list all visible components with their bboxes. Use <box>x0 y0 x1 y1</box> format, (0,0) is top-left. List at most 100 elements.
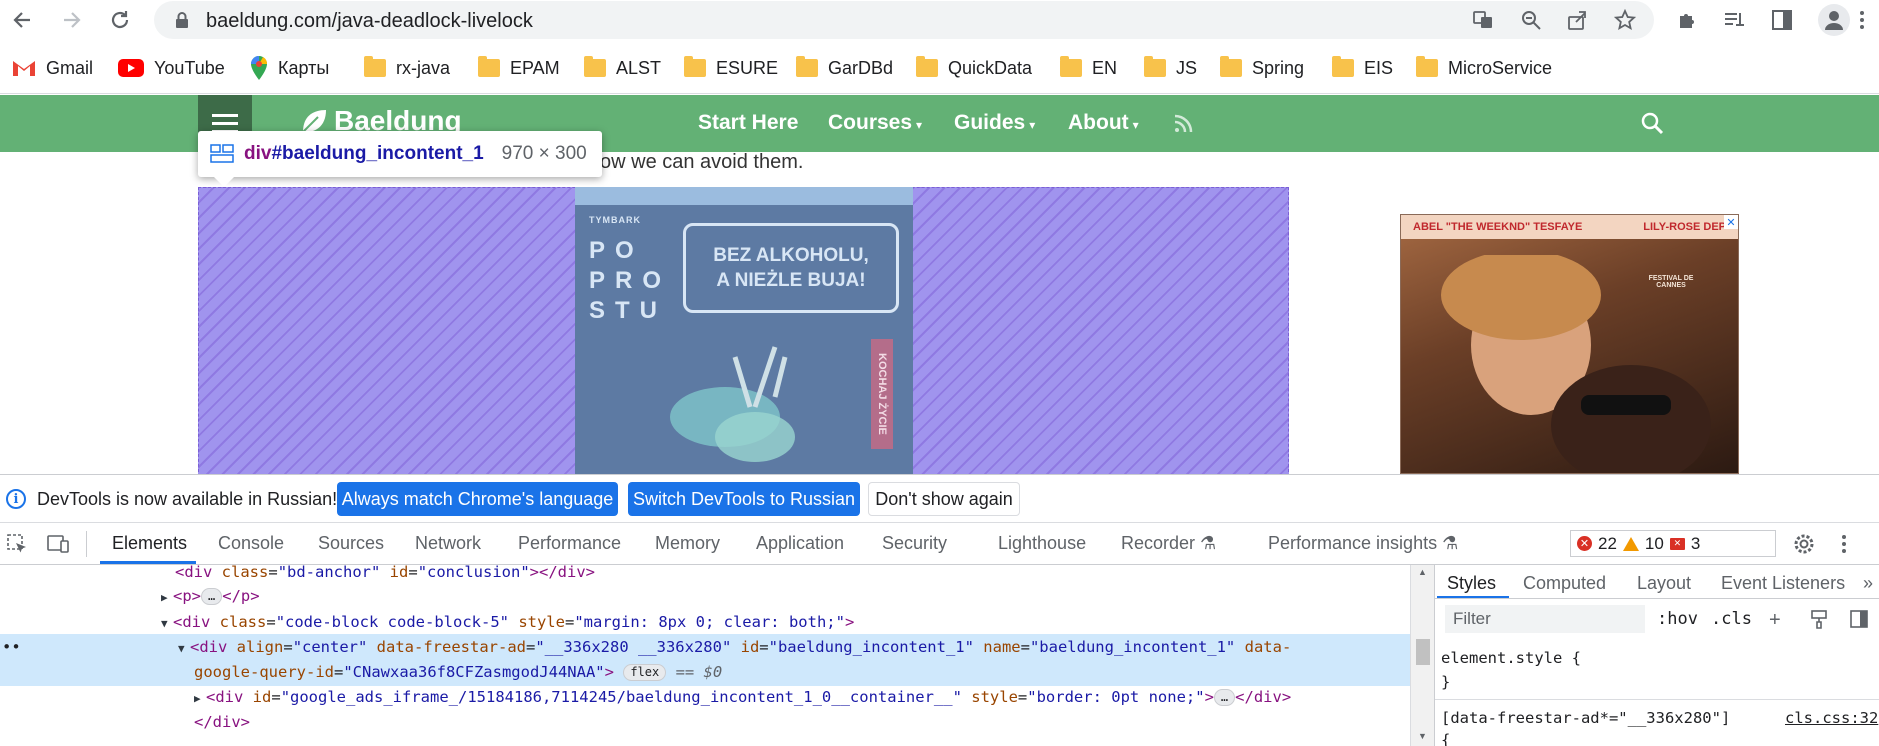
dont-show-again-button[interactable]: Don't show again <box>868 482 1020 516</box>
scroll-down-icon[interactable]: ▼ <box>1418 731 1427 741</box>
bookmark-folder[interactable]: rx-java <box>364 54 450 82</box>
bookmark-folder[interactable]: JS <box>1144 54 1197 82</box>
bookmark-folder[interactable]: EIS <box>1332 54 1393 82</box>
error-icon: ✕ <box>1577 536 1592 551</box>
bookmark-youtube[interactable]: YouTube <box>118 54 225 82</box>
tab-elements[interactable]: Elements <box>112 533 187 554</box>
profile-icon[interactable] <box>1818 4 1850 36</box>
css-source-link[interactable]: cls.css:32 <box>1785 709 1878 727</box>
translate-icon[interactable] <box>1472 9 1494 31</box>
bookmark-maps[interactable]: Карты <box>250 54 329 82</box>
tab-network[interactable]: Network <box>415 533 481 554</box>
collapsed-ellipsis[interactable]: … <box>1213 689 1236 706</box>
flex-badge[interactable]: flex <box>623 664 667 681</box>
element-style-selector[interactable]: element.style { <box>1441 649 1581 667</box>
tab-lighthouse[interactable]: Lighthouse <box>998 533 1086 554</box>
dom-node[interactable]: ▶ <p>… </p> <box>0 586 1410 608</box>
share-icon[interactable] <box>1566 9 1588 31</box>
star-icon[interactable] <box>1614 9 1636 31</box>
cls-toggle[interactable]: .cls <box>1711 609 1752 629</box>
bookmark-gmail[interactable]: Gmail <box>12 54 93 82</box>
nav-start-here[interactable]: Start Here <box>698 111 798 135</box>
forward-icon[interactable] <box>56 4 88 36</box>
dom-tag: > <box>604 663 614 681</box>
ad-speech-bubble: BEZ ALKOHOLU, A NIEŻLE BUJA! <box>683 223 899 313</box>
rss-icon[interactable] <box>1172 111 1196 135</box>
tab-performance-insights[interactable]: Performance insights ⚗ <box>1268 533 1458 554</box>
extensions-icon[interactable] <box>1676 8 1700 32</box>
dom-scrollbar[interactable]: ▲ ▼ <box>1410 565 1434 746</box>
css-rule-selector[interactable]: [data-freestar-ad*="__336x280"] <box>1441 709 1730 727</box>
zoom-icon[interactable] <box>1520 9 1542 31</box>
bookmark-folder[interactable]: ESURE <box>684 54 778 82</box>
tab-memory[interactable]: Memory <box>655 533 720 554</box>
nav-label: Guides <box>954 111 1026 134</box>
tab-application[interactable]: Application <box>756 533 844 554</box>
bookmark-folder[interactable]: GarDBd <box>796 54 893 82</box>
scroll-thumb[interactable] <box>1416 639 1430 665</box>
sidebar-toggle-icon[interactable] <box>1849 609 1869 629</box>
tab-console[interactable]: Console <box>218 533 284 554</box>
side-panel-icon[interactable] <box>1770 8 1794 32</box>
bookmark-folder[interactable]: Spring <box>1220 54 1304 82</box>
bookmark-folder[interactable]: EPAM <box>478 54 560 82</box>
settings-gear-icon[interactable] <box>1792 532 1816 556</box>
switch-to-russian-button[interactable]: Switch DevTools to Russian <box>628 482 860 516</box>
lock-icon[interactable] <box>174 11 190 29</box>
tab-layout[interactable]: Layout <box>1637 573 1691 594</box>
device-toolbar-icon[interactable] <box>46 533 70 555</box>
bookmark-folder[interactable]: EN <box>1060 54 1117 82</box>
dom-node[interactable]: <div class="bd-anchor" id="conclusion"><… <box>0 565 1410 583</box>
tab-sources[interactable]: Sources <box>318 533 384 554</box>
dom-node[interactable]: </div> <box>0 712 1410 733</box>
back-icon[interactable] <box>6 4 38 36</box>
inspect-element-icon[interactable] <box>6 533 28 555</box>
search-icon[interactable] <box>1640 111 1664 135</box>
more-options-icon[interactable] <box>1838 532 1850 556</box>
bookmark-label: EN <box>1092 57 1118 78</box>
hov-toggle[interactable]: :hov <box>1657 609 1698 629</box>
folder-icon <box>1060 56 1082 77</box>
tab-styles[interactable]: Styles <box>1447 573 1496 594</box>
collapse-triangle-icon[interactable]: ▼ <box>178 638 190 659</box>
reading-list-icon[interactable] <box>1722 8 1746 32</box>
more-icon[interactable] <box>1854 8 1870 32</box>
dom-node[interactable]: •• ▼ <div align="center" data-freestar-ad=… <box>0 637 1410 659</box>
dom-attr: class <box>221 565 269 581</box>
collapsed-ellipsis[interactable]: … <box>201 588 223 605</box>
address-bar[interactable]: baeldung.com/java-deadlock-livelock <box>154 1 1654 39</box>
dom-value: "baeldung_incontent_1" <box>1029 638 1236 656</box>
scroll-up-icon[interactable]: ▲ <box>1418 567 1427 577</box>
tab-event-listeners[interactable]: Event Listeners <box>1721 573 1845 594</box>
dom-attr: data-freestar-ad <box>367 638 526 656</box>
dom-node-continued[interactable]: google-query-id="CNawxaa36f8CFZasmgodJ44… <box>0 662 1410 683</box>
bookmark-folder[interactable]: QuickData <box>916 54 1032 82</box>
paint-roller-icon[interactable] <box>1809 609 1829 629</box>
tab-computed[interactable]: Computed <box>1523 573 1606 594</box>
dom-node[interactable]: ▼ <div class="code-block code-block-5" st… <box>0 612 1410 634</box>
tab-security[interactable]: Security <box>882 533 947 554</box>
always-match-language-button[interactable]: Always match Chrome's language <box>337 482 618 516</box>
reload-icon[interactable] <box>104 4 136 36</box>
nav-guides[interactable]: Guides ▾ <box>954 111 1035 135</box>
bookmark-folder[interactable]: ALST <box>584 54 661 82</box>
folder-icon <box>684 56 706 77</box>
expand-triangle-icon[interactable]: ▶ <box>194 688 206 709</box>
issue-count: 3 <box>1690 533 1701 553</box>
tab-performance[interactable]: Performance <box>518 533 621 554</box>
dom-node[interactable]: ▶ <div id="google_ads_iframe_/15184186,71… <box>0 687 1410 709</box>
chevron-right-icon[interactable]: » <box>1863 573 1873 594</box>
bookmark-folder[interactable]: MicroService <box>1416 54 1552 82</box>
tab-recorder[interactable]: Recorder ⚗ <box>1121 533 1216 554</box>
nav-about[interactable]: About ▾ <box>1068 111 1139 135</box>
styles-filter-input[interactable]: Filter <box>1445 605 1645 633</box>
center-ad-banner[interactable]: TYMBARK PO PRO STU BEZ ALKOHOLU, A NIEŻL… <box>575 187 913 474</box>
issue-counters[interactable]: ✕ 22 10 ✕ 3 <box>1570 530 1776 557</box>
add-rule-icon[interactable]: + <box>1769 609 1781 632</box>
right-ad-banner[interactable]: ABEL "THE WEEKND" TESFAYE LILY-ROSE DEP … <box>1400 214 1739 474</box>
url-text[interactable]: baeldung.com/java-deadlock-livelock <box>206 10 533 33</box>
ad-close-icon[interactable]: ✕ <box>1724 215 1738 229</box>
nav-courses[interactable]: Courses ▾ <box>828 111 922 135</box>
expand-triangle-icon[interactable]: ▶ <box>161 587 173 608</box>
collapse-triangle-icon[interactable]: ▼ <box>161 613 173 634</box>
